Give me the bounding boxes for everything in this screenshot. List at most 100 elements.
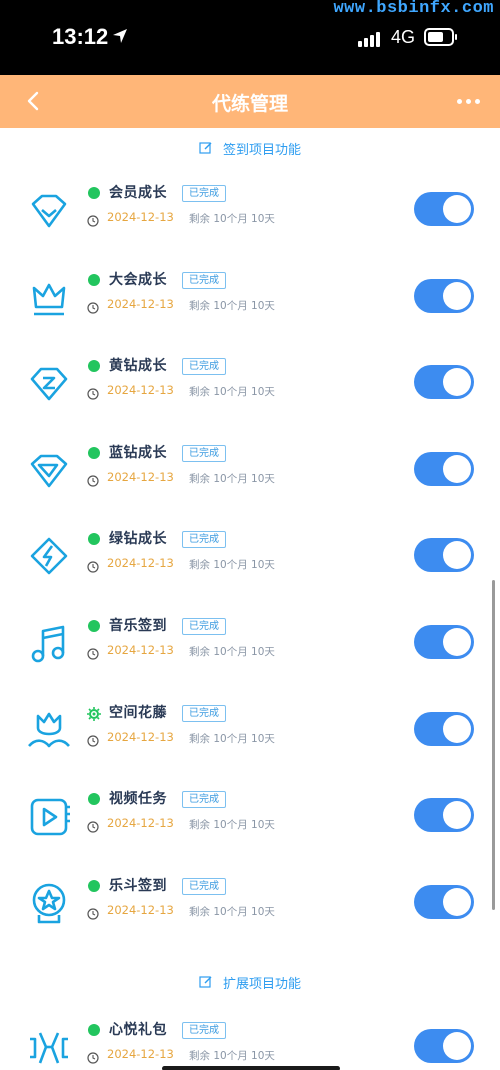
item-name: 音乐签到 bbox=[109, 617, 167, 634]
green-diamond-icon bbox=[26, 534, 72, 580]
list-item[interactable]: 视频任务 已完成 2024-12-13 剩余 10个月 10天 bbox=[0, 774, 500, 861]
more-options-icon[interactable] bbox=[457, 99, 480, 104]
toggle-knob bbox=[443, 541, 471, 570]
status-badge: 已完成 bbox=[182, 185, 226, 202]
list-item[interactable]: 会员成长 已完成 2024-12-13 剩余 10个月 10天 bbox=[0, 168, 500, 255]
toggle-heart-gift[interactable] bbox=[414, 1029, 474, 1064]
edit-icon bbox=[199, 141, 213, 155]
item-name: 蓝钻成长 bbox=[109, 444, 167, 461]
status-badge: 已完成 bbox=[182, 444, 226, 462]
item-remaining: 剩余 10个月 10天 bbox=[189, 1050, 275, 1063]
edit-icon bbox=[199, 975, 213, 989]
toggle-star-badge[interactable] bbox=[414, 884, 474, 919]
clock-icon bbox=[87, 732, 99, 747]
yellow-diamond-icon bbox=[26, 361, 72, 407]
item-remaining: 剩余 10个月 10天 bbox=[189, 905, 275, 918]
page-title: 代练管理 bbox=[211, 93, 288, 115]
item-remaining: 剩余 10个月 10天 bbox=[189, 299, 275, 312]
heart-gift-icon bbox=[26, 1025, 72, 1070]
list-item[interactable]: 空间花藤 已完成 2024-12-13 剩余 10个月 10天 bbox=[0, 688, 500, 775]
item-date: 2024-12-13 bbox=[107, 296, 174, 311]
toggle-knob bbox=[443, 801, 471, 830]
item-remaining: 剩余 10个月 10天 bbox=[189, 819, 275, 832]
clock-icon bbox=[87, 299, 99, 314]
item-date: 2024-12-13 bbox=[107, 1047, 174, 1062]
item-date: 2024-12-13 bbox=[107, 816, 174, 831]
list-item[interactable]: 心悦礼包 已完成 2024-12-13 剩余 10个月 10天 bbox=[0, 1005, 500, 1070]
toggle-video-play[interactable] bbox=[414, 798, 474, 833]
item-name: 会员成长 bbox=[109, 185, 167, 201]
toggle-knob bbox=[443, 1032, 471, 1061]
crown-icon bbox=[26, 275, 72, 321]
list-item[interactable]: 乐斗签到 已完成 2024-12-13 剩余 10个月 10天 bbox=[0, 861, 500, 948]
blue-diamond-icon bbox=[26, 448, 72, 494]
flower-icon bbox=[26, 708, 72, 754]
list-item[interactable]: 黄钻成长 已完成 2024-12-13 剩余 10个月 10天 bbox=[0, 341, 500, 428]
status-dot-icon bbox=[88, 793, 100, 806]
clock-icon bbox=[87, 558, 99, 573]
section-title: 扩展项目功能 bbox=[222, 976, 301, 992]
item-remaining: 剩余 10个月 10天 bbox=[189, 559, 275, 572]
item-date: 2024-12-13 bbox=[107, 210, 174, 224]
star-badge-icon bbox=[26, 881, 72, 927]
list-item[interactable]: 大会成长 已完成 2024-12-13 剩余 10个月 10天 bbox=[0, 255, 500, 342]
item-date: 2024-12-13 bbox=[107, 469, 174, 484]
toggle-knob bbox=[443, 281, 471, 310]
video-play-icon bbox=[26, 794, 72, 840]
clock-icon bbox=[87, 905, 99, 920]
item-name: 心悦礼包 bbox=[109, 1022, 167, 1039]
toggle-knob bbox=[443, 368, 471, 397]
item-date: 2024-12-13 bbox=[107, 383, 174, 398]
diamond-gem-icon bbox=[26, 188, 72, 234]
status-badge: 已完成 bbox=[182, 358, 226, 376]
home-indicator[interactable] bbox=[162, 1066, 340, 1070]
status-dot-icon bbox=[88, 879, 100, 892]
scrollbar[interactable] bbox=[492, 580, 495, 910]
location-arrow-icon bbox=[111, 27, 129, 49]
clock-icon bbox=[87, 212, 99, 227]
item-remaining: 剩余 10个月 10天 bbox=[189, 472, 275, 485]
toggle-green-diamond[interactable] bbox=[414, 538, 474, 573]
status-badge: 已完成 bbox=[182, 704, 226, 722]
item-name: 视频任务 bbox=[109, 791, 167, 808]
status-badge: 已完成 bbox=[182, 1022, 226, 1040]
list-item[interactable]: 音乐签到 已完成 2024-12-13 剩余 10个月 10天 bbox=[0, 601, 500, 688]
toggle-yellow-diamond[interactable] bbox=[414, 365, 474, 400]
toggle-music-note[interactable] bbox=[414, 624, 474, 659]
status-dot-icon bbox=[88, 273, 100, 286]
clock-icon bbox=[87, 645, 99, 660]
section-title: 签到项目功能 bbox=[222, 142, 301, 158]
item-date: 2024-12-13 bbox=[107, 902, 174, 917]
item-name: 绿钻成长 bbox=[109, 531, 167, 548]
status-dot-icon bbox=[88, 187, 100, 199]
item-date: 2024-12-13 bbox=[107, 729, 174, 744]
clock-icon bbox=[87, 1049, 99, 1064]
clock-icon bbox=[87, 472, 99, 487]
status-dot-icon bbox=[88, 619, 100, 632]
toggle-diamond-gem[interactable] bbox=[414, 192, 474, 226]
toggle-blue-diamond[interactable] bbox=[414, 451, 474, 486]
toggle-knob bbox=[443, 454, 471, 483]
item-remaining: 剩余 10个月 10天 bbox=[189, 645, 275, 658]
list-item[interactable]: 绿钻成长 已完成 2024-12-13 剩余 10个月 10天 bbox=[0, 514, 500, 601]
status-bar: 13:12 4G www.bsbinfx.com bbox=[0, 0, 500, 75]
item-date: 2024-12-13 bbox=[107, 642, 174, 657]
list-item[interactable]: 蓝钻成长 已完成 2024-12-13 剩余 10个月 10天 bbox=[0, 428, 500, 515]
gear-icon bbox=[87, 706, 101, 721]
network-type: 4G bbox=[391, 27, 416, 47]
nav-bar: 代练管理 bbox=[0, 75, 500, 128]
status-badge: 已完成 bbox=[182, 791, 226, 809]
toggle-knob bbox=[443, 627, 471, 656]
section-header-checkin: 签到项目功能 bbox=[0, 128, 500, 168]
status-badge: 已完成 bbox=[182, 617, 226, 635]
item-remaining: 剩余 10个月 10天 bbox=[189, 213, 275, 225]
status-time: 13:12 bbox=[52, 24, 109, 49]
toggle-flower[interactable] bbox=[414, 711, 474, 746]
toggle-crown[interactable] bbox=[414, 278, 474, 313]
clock-icon bbox=[87, 818, 99, 833]
watermark: www.bsbinfx.com bbox=[333, 0, 494, 18]
item-name: 黄钻成长 bbox=[109, 358, 167, 375]
toggle-knob bbox=[443, 195, 471, 223]
clock-icon bbox=[87, 385, 99, 400]
battery-icon bbox=[424, 28, 457, 46]
